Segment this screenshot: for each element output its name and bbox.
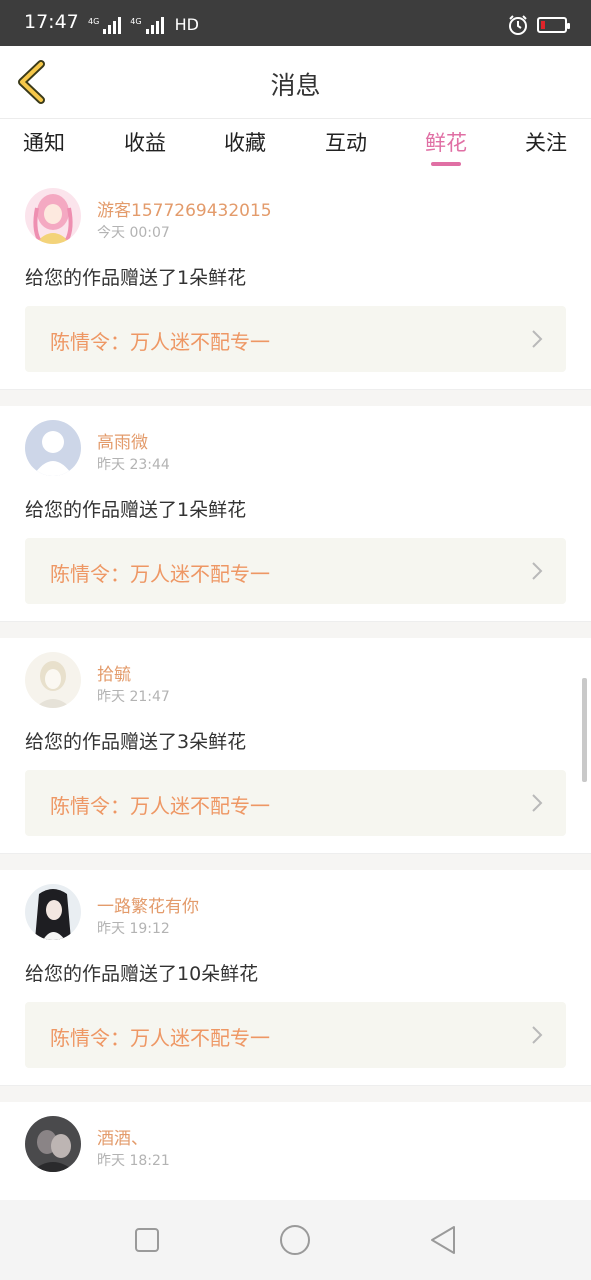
username[interactable]: 一路繁花有你 bbox=[97, 892, 199, 917]
tab-interactions[interactable]: 互动 bbox=[316, 127, 376, 157]
circle-icon[interactable] bbox=[279, 1224, 311, 1256]
chevron-right-icon bbox=[532, 330, 543, 348]
work-title: 陈情令：万人迷不配专一 bbox=[50, 794, 270, 818]
scrollbar[interactable] bbox=[582, 678, 587, 782]
tab-following[interactable]: 关注 bbox=[516, 127, 576, 157]
avatar[interactable] bbox=[25, 652, 81, 708]
message-text: 给您的作品赠送了1朵鲜花 bbox=[25, 267, 247, 289]
work-link[interactable]: 陈情令：万人迷不配专一 bbox=[25, 306, 566, 372]
work-link[interactable]: 陈情令：万人迷不配专一 bbox=[25, 1002, 566, 1068]
divider bbox=[0, 853, 591, 870]
hd-label: HD bbox=[174, 15, 199, 34]
work-link[interactable]: 陈情令：万人迷不配专一 bbox=[25, 770, 566, 836]
work-title: 陈情令：万人迷不配专一 bbox=[50, 1026, 270, 1050]
avatar[interactable] bbox=[25, 420, 81, 476]
message-text: 给您的作品赠送了1朵鲜花 bbox=[25, 499, 247, 521]
divider bbox=[0, 1085, 591, 1102]
username[interactable]: 酒酒、 bbox=[97, 1124, 148, 1149]
tab-earnings[interactable]: 收益 bbox=[115, 127, 175, 157]
status-right bbox=[507, 14, 570, 36]
chevron-right-icon bbox=[532, 794, 543, 812]
chevron-right-icon bbox=[532, 562, 543, 580]
username[interactable]: 拾毓 bbox=[97, 660, 131, 685]
tab-notifications[interactable]: 通知 bbox=[14, 127, 74, 157]
message-text: 给您的作品赠送了3朵鲜花 bbox=[25, 731, 247, 753]
work-link[interactable]: 陈情令：万人迷不配专一 bbox=[25, 538, 566, 604]
avatar[interactable] bbox=[25, 188, 81, 244]
status-bar: 17:47 4G 4G HD bbox=[0, 0, 591, 46]
list-item: 游客1577269432015 今天 00:07 给您的作品赠送了1朵鲜花 陈情… bbox=[0, 174, 591, 389]
timestamp: 昨天 18:21 bbox=[97, 1153, 170, 1169]
status-time: 17:47 bbox=[24, 11, 79, 33]
message-text: 给您的作品赠送了10朵鲜花 bbox=[25, 963, 259, 985]
system-nav-bar bbox=[0, 1200, 591, 1280]
timestamp: 昨天 19:12 bbox=[97, 921, 170, 937]
square-icon[interactable] bbox=[134, 1227, 160, 1253]
avatar[interactable] bbox=[25, 884, 81, 940]
signal-indicators: 4G 4G HD bbox=[88, 15, 199, 34]
list-item: 一路繁花有你 昨天 19:12 给您的作品赠送了10朵鲜花 陈情令：万人迷不配专… bbox=[0, 870, 591, 1085]
timestamp: 今天 00:07 bbox=[97, 225, 170, 241]
username[interactable]: 游客1577269432015 bbox=[97, 196, 272, 221]
triangle-back-icon[interactable] bbox=[428, 1224, 458, 1256]
work-title: 陈情令：万人迷不配专一 bbox=[50, 562, 270, 586]
timestamp: 昨天 23:44 bbox=[97, 457, 170, 473]
page-title: 消息 bbox=[270, 71, 321, 100]
list-item: 酒酒、 昨天 18:21 bbox=[0, 1102, 591, 1200]
screen: 17:47 4G 4G HD 消息 通知 收益 收藏 互动 鲜花 关注 游客15… bbox=[0, 0, 591, 1280]
signal-icon: 4G bbox=[130, 17, 164, 34]
work-title: 陈情令：万人迷不配专一 bbox=[50, 330, 270, 354]
username[interactable]: 高雨微 bbox=[97, 428, 148, 453]
tab-bar: 通知 收益 收藏 互动 鲜花 关注 bbox=[0, 119, 591, 173]
network-type-label: 4G bbox=[130, 17, 142, 26]
alarm-icon bbox=[509, 15, 527, 35]
divider bbox=[0, 389, 591, 406]
active-tab-indicator bbox=[431, 162, 461, 166]
divider bbox=[0, 621, 591, 638]
header: 消息 bbox=[0, 46, 591, 119]
list-item: 拾毓 昨天 21:47 给您的作品赠送了3朵鲜花 陈情令：万人迷不配专一 bbox=[0, 638, 591, 853]
network-type-label: 4G bbox=[88, 17, 100, 26]
list-item: 高雨微 昨天 23:44 给您的作品赠送了1朵鲜花 陈情令：万人迷不配专一 bbox=[0, 406, 591, 621]
signal-icon: 4G bbox=[88, 17, 122, 34]
avatar[interactable] bbox=[25, 1116, 81, 1172]
battery-icon bbox=[537, 17, 570, 33]
tab-flowers[interactable]: 鲜花 bbox=[416, 127, 476, 157]
chevron-right-icon bbox=[532, 1026, 543, 1044]
message-list[interactable]: 游客1577269432015 今天 00:07 给您的作品赠送了1朵鲜花 陈情… bbox=[0, 174, 591, 1200]
timestamp: 昨天 21:47 bbox=[97, 689, 170, 705]
tab-favorites[interactable]: 收藏 bbox=[215, 127, 275, 157]
